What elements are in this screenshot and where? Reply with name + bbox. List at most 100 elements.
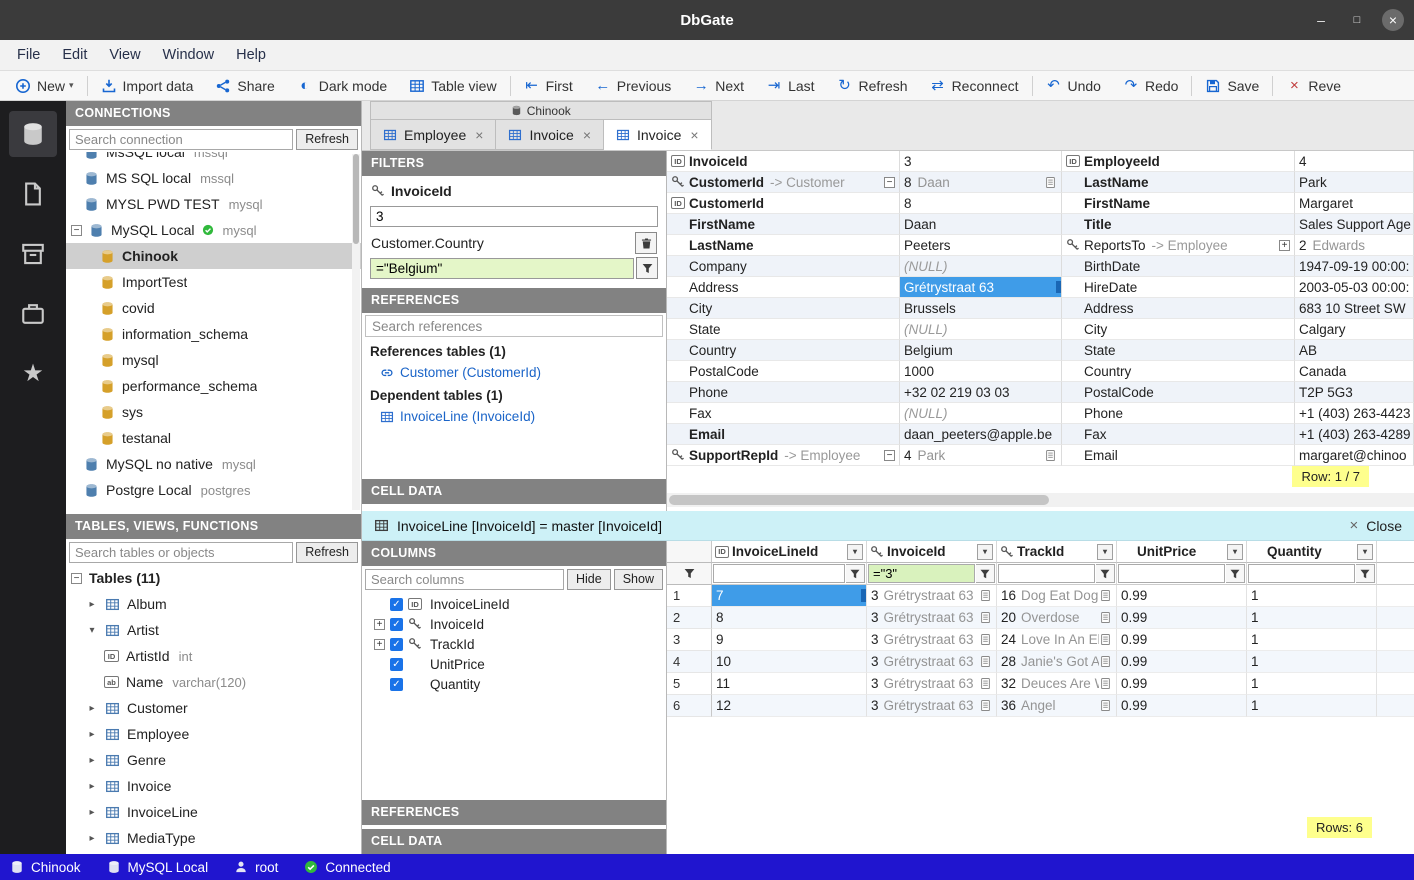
grid-cell[interactable]: 32Deuces Are W — [997, 673, 1117, 695]
checkbox-checked[interactable]: ✓ — [390, 618, 403, 631]
chevron-right-icon[interactable]: ▸ — [86, 755, 98, 766]
form-value-cell[interactable]: Peeters — [900, 235, 1062, 256]
grid-cell[interactable]: 3Grétrystraat 63 — [867, 673, 997, 695]
grid-cell[interactable]: 1 — [1247, 673, 1377, 695]
collapse-icon[interactable]: − — [884, 177, 895, 188]
grid-cell[interactable]: 3Grétrystraat 63 — [867, 695, 997, 717]
toolbar-reve-button[interactable]: ×Reve — [1275, 71, 1352, 101]
connection-item-sys[interactable]: sys — [66, 399, 361, 425]
chevron-right-icon[interactable]: ▸ — [86, 807, 98, 818]
grid-cell[interactable]: 10 — [712, 651, 867, 673]
connection-item-performance_schema[interactable]: performance_schema — [66, 373, 361, 399]
column-header-unitprice[interactable]: UnitPrice▾ — [1117, 541, 1247, 563]
menu-window[interactable]: Window — [152, 40, 226, 70]
form-value-cell[interactable]: Canada — [1295, 361, 1414, 382]
form-value-cell[interactable]: 4Park — [900, 445, 1062, 466]
toolbar-new-button[interactable]: New▾ — [4, 71, 85, 101]
form-value-cell[interactable]: 8Daan — [900, 172, 1062, 193]
grid-cell[interactable]: 3Grétrystraat 63 — [867, 607, 997, 629]
column-header-invoicelineid[interactable]: IDInvoiceLineId▾ — [712, 541, 867, 563]
nav-favorites[interactable]: ★ — [9, 351, 57, 397]
column-item-invoiceid[interactable]: +✓InvoiceId — [362, 614, 666, 634]
expand-icon[interactable]: + — [1279, 240, 1290, 251]
connection-item-mysl-pwd-test[interactable]: MYSL PWD TESTmysql — [66, 191, 361, 217]
chevron-right-icon[interactable]: ▸ — [86, 729, 98, 740]
form-value-cell[interactable]: Belgium — [900, 340, 1062, 361]
column-menu-button[interactable]: ▾ — [847, 544, 863, 560]
form-value-cell[interactable]: Calgary — [1295, 319, 1414, 340]
connections-refresh-button[interactable]: Refresh — [296, 129, 358, 150]
grid-cell[interactable]: 1 — [1247, 585, 1377, 607]
toolbar-redo-button[interactable]: ↷Redo — [1112, 71, 1189, 101]
tree-item-employee[interactable]: ▸Employee — [66, 721, 361, 747]
grid-cell[interactable]: 0.99 — [1117, 651, 1247, 673]
selection-handle[interactable] — [861, 589, 866, 602]
nav-file[interactable] — [9, 171, 57, 217]
connection-item-mysql-local[interactable]: −MySQL Localmysql — [66, 217, 361, 243]
filter-input-invoicelineid[interactable] — [713, 564, 845, 583]
filter-menu-button[interactable] — [846, 564, 865, 583]
form-value-cell[interactable]: (NULL) — [900, 256, 1062, 277]
maximize-button[interactable]: □ — [1346, 9, 1368, 31]
reference-link-invoiceline[interactable]: InvoiceLine (InvoiceId) — [362, 406, 666, 427]
form-value-cell[interactable]: (NULL) — [900, 403, 1062, 424]
connection-item-importtest[interactable]: ImportTest — [66, 269, 361, 295]
close-icon[interactable]: × — [1349, 517, 1358, 534]
chevron-down-icon[interactable]: ▾ — [86, 625, 98, 636]
close-button[interactable]: × — [1382, 9, 1404, 31]
close-tab-icon[interactable]: × — [690, 127, 698, 143]
row-number[interactable]: 3 — [667, 629, 712, 651]
column-header-quantity[interactable]: Quantity▾ — [1247, 541, 1377, 563]
form-value-cell[interactable]: 8 — [900, 193, 1062, 214]
grid-cell[interactable]: 0.99 — [1117, 629, 1247, 651]
tree-item-invoice[interactable]: ▸Invoice — [66, 773, 361, 799]
close-tab-icon[interactable]: × — [475, 127, 483, 143]
toolbar-import-data-button[interactable]: Import data — [90, 71, 205, 101]
connection-item-postgre-local[interactable]: Postgre Localpostgres — [66, 477, 361, 503]
grid-cell[interactable]: 9 — [712, 629, 867, 651]
column-item-unitprice[interactable]: ✓UnitPrice — [362, 654, 666, 674]
collapse-icon[interactable]: − — [884, 450, 895, 461]
tree-item-artist[interactable]: ▾Artist — [66, 617, 361, 643]
checkbox-checked[interactable]: ✓ — [390, 658, 403, 671]
grid-cell[interactable]: 0.99 — [1117, 695, 1247, 717]
column-menu-button[interactable]: ▾ — [977, 544, 993, 560]
checkbox-checked[interactable]: ✓ — [390, 598, 403, 611]
form-value-cell[interactable]: +1 (403) 263-4289 — [1295, 424, 1414, 445]
filter-country-input[interactable] — [370, 258, 634, 279]
toolbar-undo-button[interactable]: ↶Undo — [1035, 71, 1112, 101]
toolbar-dark-mode-button[interactable]: ◐Dark mode — [286, 71, 398, 101]
tree-item-genre[interactable]: ▸Genre — [66, 747, 361, 773]
row-number[interactable]: 1 — [667, 585, 712, 607]
tree-item-artistid[interactable]: IDArtistIdint — [66, 643, 361, 669]
search-columns-input[interactable] — [365, 569, 564, 590]
form-value-cell[interactable]: +1 (403) 263-4423 — [1295, 403, 1414, 424]
form-value-cell[interactable]: 683 10 Street SW — [1295, 298, 1414, 319]
form-value-cell[interactable]: 2003-05-03 00:00: — [1295, 277, 1414, 298]
collapse-icon[interactable]: − — [71, 573, 82, 584]
filter-input-invoiceid[interactable] — [868, 564, 975, 583]
chevron-right-icon[interactable]: ▸ — [86, 599, 98, 610]
connection-item-mysql-no-native[interactable]: MySQL no nativemysql — [66, 451, 361, 477]
column-menu-button[interactable]: ▾ — [1097, 544, 1113, 560]
filter-delete-button[interactable] — [635, 232, 657, 254]
column-header-invoiceid[interactable]: InvoiceId▾ — [867, 541, 997, 563]
filter-input-trackid[interactable] — [998, 564, 1095, 583]
chevron-right-icon[interactable]: ▸ — [86, 781, 98, 792]
toolbar-refresh-button[interactable]: ↻Refresh — [826, 71, 919, 101]
grid-cell[interactable]: 1 — [1247, 651, 1377, 673]
hide-button[interactable]: Hide — [567, 569, 611, 590]
nav-history[interactable] — [9, 291, 57, 337]
grid-cell[interactable]: 16Dog Eat Dog — [997, 585, 1117, 607]
column-item-invoicelineid[interactable]: ✓IDInvoiceLineId — [362, 594, 666, 614]
show-button[interactable]: Show — [614, 569, 663, 590]
column-menu-button[interactable]: ▾ — [1227, 544, 1243, 560]
form-value-cell[interactable]: 4 — [1295, 151, 1414, 172]
checkbox-checked[interactable]: ✓ — [390, 638, 403, 651]
form-value-cell[interactable]: Sales Support Age — [1295, 214, 1414, 235]
collapse-icon[interactable]: − — [71, 225, 82, 236]
tree-item-name[interactable]: abNamevarchar(120) — [66, 669, 361, 695]
form-value-cell[interactable]: 1947-09-19 00:00: — [1295, 256, 1414, 277]
filter-menu-button[interactable] — [1226, 564, 1245, 583]
row-number[interactable]: 2 — [667, 607, 712, 629]
